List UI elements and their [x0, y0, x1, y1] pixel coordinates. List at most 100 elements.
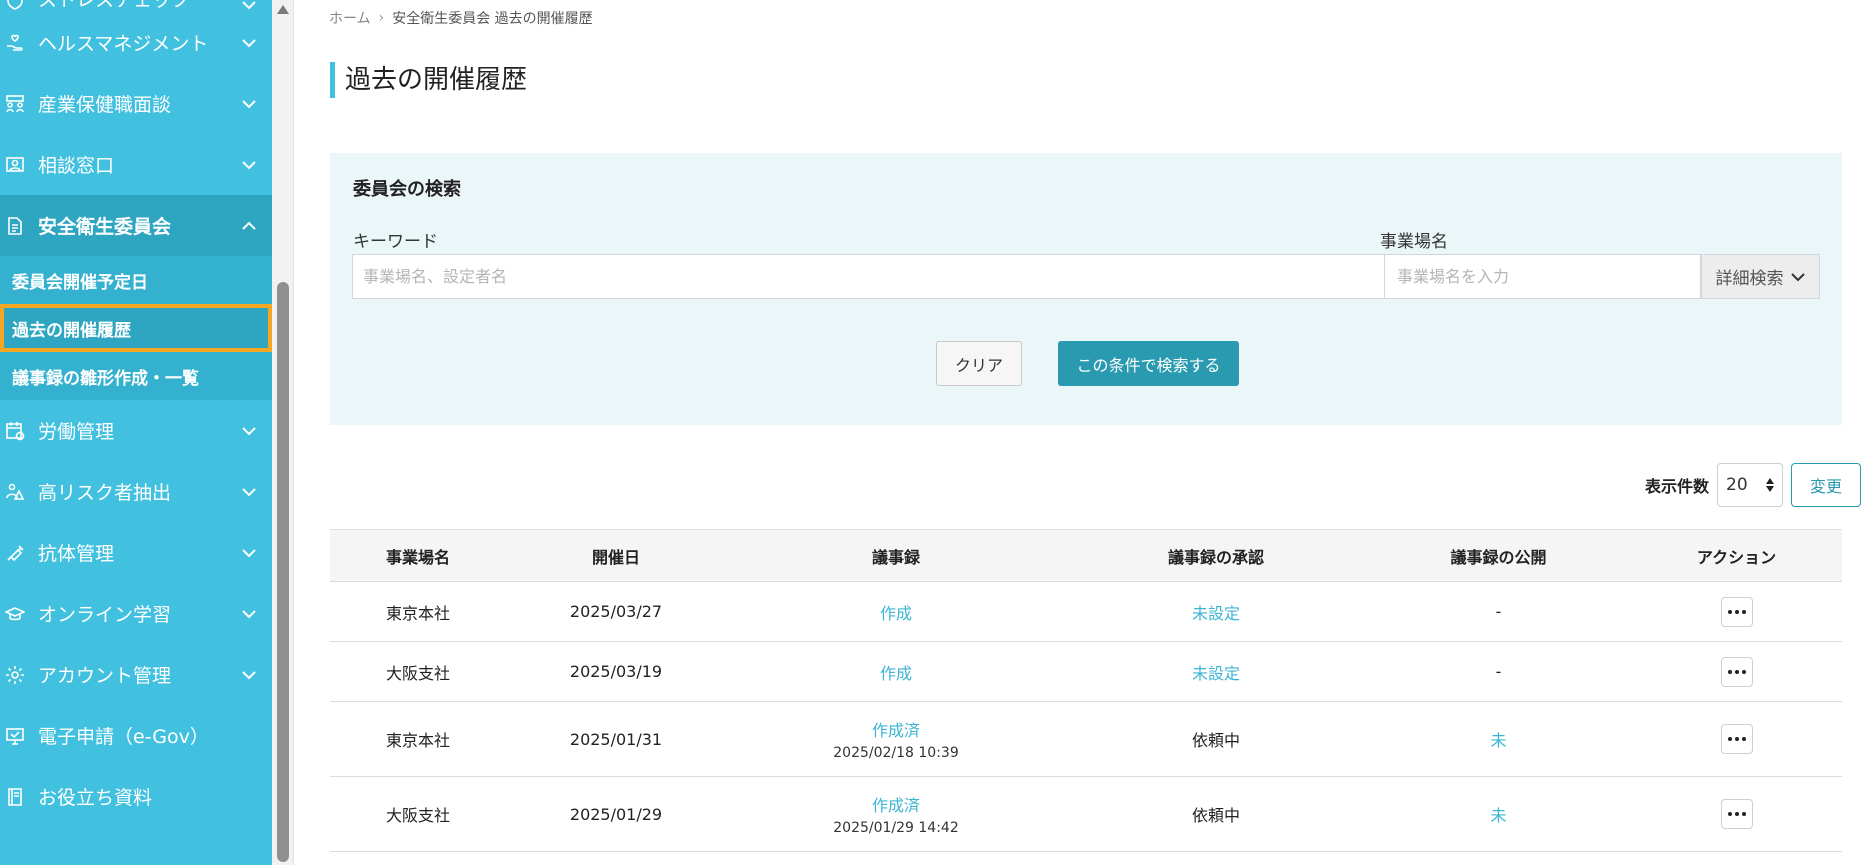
- minutes-create-link[interactable]: 作成: [880, 604, 912, 623]
- table-header-row: 事業場名 開催日 議事録 議事録の承認 議事録の公開 アクション: [330, 530, 1842, 582]
- sidebar-item-health-management[interactable]: ヘルスマネジメント: [0, 12, 272, 73]
- keyword-input[interactable]: [352, 254, 1385, 299]
- publish-link[interactable]: 未: [1490, 731, 1506, 750]
- clear-button[interactable]: クリア: [936, 341, 1022, 386]
- monitor-check-icon: [4, 725, 26, 747]
- chevron-down-icon: [240, 156, 258, 174]
- sidebar-item-stress-check[interactable]: ストレスチェック: [0, 0, 272, 12]
- breadcrumb-home-link[interactable]: ホーム: [329, 8, 371, 28]
- more-actions-button[interactable]: [1720, 799, 1753, 829]
- minutes-timestamp: 2025/02/18 10:39: [833, 745, 959, 761]
- scrollbar-thumb[interactable]: [277, 282, 289, 862]
- chevron-down-icon: [240, 95, 258, 113]
- main-content: ホーム › 安全衛生委員会 過去の開催履歴 過去の開催履歴 委員会の検索 キーワ…: [295, 0, 1875, 865]
- sidebar-subitem-minutes-templates[interactable]: 議事録の雛形作成・一覧: [0, 352, 272, 400]
- approval-link[interactable]: 未設定: [1192, 604, 1240, 623]
- sidebar-item-label: お役立ち資料: [38, 787, 153, 809]
- column-header-date: 開催日: [591, 547, 640, 567]
- sidebar-scrollbar[interactable]: [272, 0, 294, 865]
- sidebar: ストレスチェック ヘルスマネジメント 産業保健職面談 相談窓口 安全衛生委員会 …: [0, 0, 272, 865]
- sidebar-subitem-label: 議事録の雛形作成・一覧: [12, 368, 199, 389]
- sidebar-subitem-past-history[interactable]: 過去の開催履歴: [0, 304, 272, 352]
- scroll-up-arrow-icon[interactable]: [277, 5, 289, 14]
- spinner-arrows-icon: [1766, 478, 1774, 492]
- dot-icon: [1727, 609, 1732, 614]
- sidebar-item-safety-committee[interactable]: 安全衛生委員会: [0, 195, 272, 256]
- sidebar-item-antibody[interactable]: 抗体管理: [0, 522, 272, 583]
- sidebar-item-consultation[interactable]: 相談窓口: [0, 134, 272, 195]
- site-name-input[interactable]: [1385, 254, 1701, 299]
- cell-action: [1631, 596, 1842, 627]
- breadcrumb-separator: ›: [378, 10, 385, 26]
- cell-date: 2025/01/29: [569, 804, 663, 824]
- sidebar-subitem-label: 過去の開催履歴: [12, 320, 131, 341]
- dot-icon: [1734, 609, 1739, 614]
- cell-minutes: 作成済 2025/01/29 14:42: [726, 792, 1066, 836]
- graduation-cap-icon: [4, 603, 26, 625]
- dot-icon: [1741, 609, 1746, 614]
- book-icon: [4, 786, 26, 808]
- cell-minutes: 作成: [726, 600, 1066, 624]
- gear-icon: [4, 664, 26, 686]
- syringe-icon: [4, 542, 26, 564]
- detail-search-label: 詳細検索: [1715, 269, 1784, 289]
- cell-publish: -: [1495, 602, 1502, 621]
- cell-approval: 依頼中: [1191, 731, 1240, 750]
- sidebar-item-high-risk[interactable]: 高リスク者抽出: [0, 461, 272, 522]
- dot-icon: [1734, 812, 1739, 816]
- dot-icon: [1741, 737, 1746, 741]
- more-actions-button[interactable]: [1720, 656, 1753, 687]
- approval-link[interactable]: 未設定: [1192, 664, 1240, 683]
- column-header-minutes: 議事録: [871, 547, 920, 567]
- chevron-down-icon: [240, 666, 258, 684]
- chevron-down-icon: [240, 422, 258, 440]
- cell-date: 2025/03/19: [569, 662, 663, 681]
- breadcrumb-current: 安全衛生委員会 過去の開催履歴: [392, 11, 593, 27]
- detail-search-button[interactable]: 詳細検索: [1701, 254, 1820, 299]
- sidebar-item-label: ヘルスマネジメント: [38, 33, 209, 55]
- minutes-created-link[interactable]: 作成済: [726, 792, 1066, 816]
- sidebar-item-occupational-interview[interactable]: 産業保健職面談: [0, 73, 272, 134]
- dot-icon: [1727, 812, 1732, 816]
- cell-minutes: 作成: [726, 660, 1066, 684]
- sidebar-item-labor-management[interactable]: 労働管理: [0, 400, 272, 461]
- cell-action: [1631, 724, 1842, 754]
- chevron-down-icon: [1790, 269, 1806, 285]
- sidebar-item-label: 電子申請（e-Gov）: [38, 726, 209, 748]
- minutes-timestamp: 2025/01/29 14:42: [833, 820, 959, 836]
- dot-icon: [1734, 737, 1739, 741]
- dot-icon: [1741, 812, 1746, 816]
- more-actions-button[interactable]: [1720, 724, 1753, 754]
- cell-publish: 未: [1366, 802, 1631, 826]
- minutes-created-link[interactable]: 作成済: [726, 717, 1066, 741]
- chevron-down-icon: [240, 0, 258, 12]
- table-row: 東京本社 2025/03/27 作成 未設定 -: [330, 582, 1842, 642]
- search-submit-button[interactable]: この条件で検索する: [1058, 341, 1239, 386]
- chevron-down-icon: [240, 605, 258, 623]
- page-title: 過去の開催履歴: [330, 62, 527, 98]
- sidebar-item-resources[interactable]: お役立ち資料: [0, 766, 272, 827]
- sidebar-item-egov[interactable]: 電子申請（e-Gov）: [0, 705, 272, 766]
- column-header-publish: 議事録の公開: [1450, 547, 1547, 567]
- sidebar-item-account[interactable]: アカウント管理: [0, 644, 272, 705]
- change-count-button[interactable]: 変更: [1791, 463, 1861, 507]
- sidebar-item-label: 労働管理: [38, 421, 115, 443]
- minutes-create-link[interactable]: 作成: [880, 664, 912, 683]
- sidebar-item-online-learning[interactable]: オンライン学習: [0, 583, 272, 644]
- chevron-up-icon: [240, 217, 258, 235]
- more-actions-button[interactable]: [1720, 596, 1753, 627]
- display-count-select[interactable]: 20: [1717, 463, 1783, 507]
- sidebar-subitem-scheduled-dates[interactable]: 委員会開催予定日: [0, 256, 272, 304]
- history-table: 事業場名 開催日 議事録 議事録の承認 議事録の公開 アクション 東京本社 20…: [330, 529, 1842, 852]
- table-row: 大阪支社 2025/03/19 作成 未設定 -: [330, 642, 1842, 702]
- cell-action: [1631, 799, 1842, 829]
- cell-site: 大阪支社: [385, 806, 450, 825]
- app-root: ストレスチェック ヘルスマネジメント 産業保健職面談 相談窓口 安全衛生委員会 …: [0, 0, 1875, 865]
- cell-site: 東京本社: [385, 603, 450, 623]
- calendar-clock-icon: [4, 420, 26, 442]
- person-warning-icon: [4, 481, 26, 503]
- publish-link[interactable]: 未: [1490, 806, 1506, 825]
- cell-approval: 依頼中: [1191, 806, 1240, 825]
- sidebar-item-label: オンライン学習: [38, 604, 172, 626]
- display-count-value: 20: [1726, 475, 1748, 495]
